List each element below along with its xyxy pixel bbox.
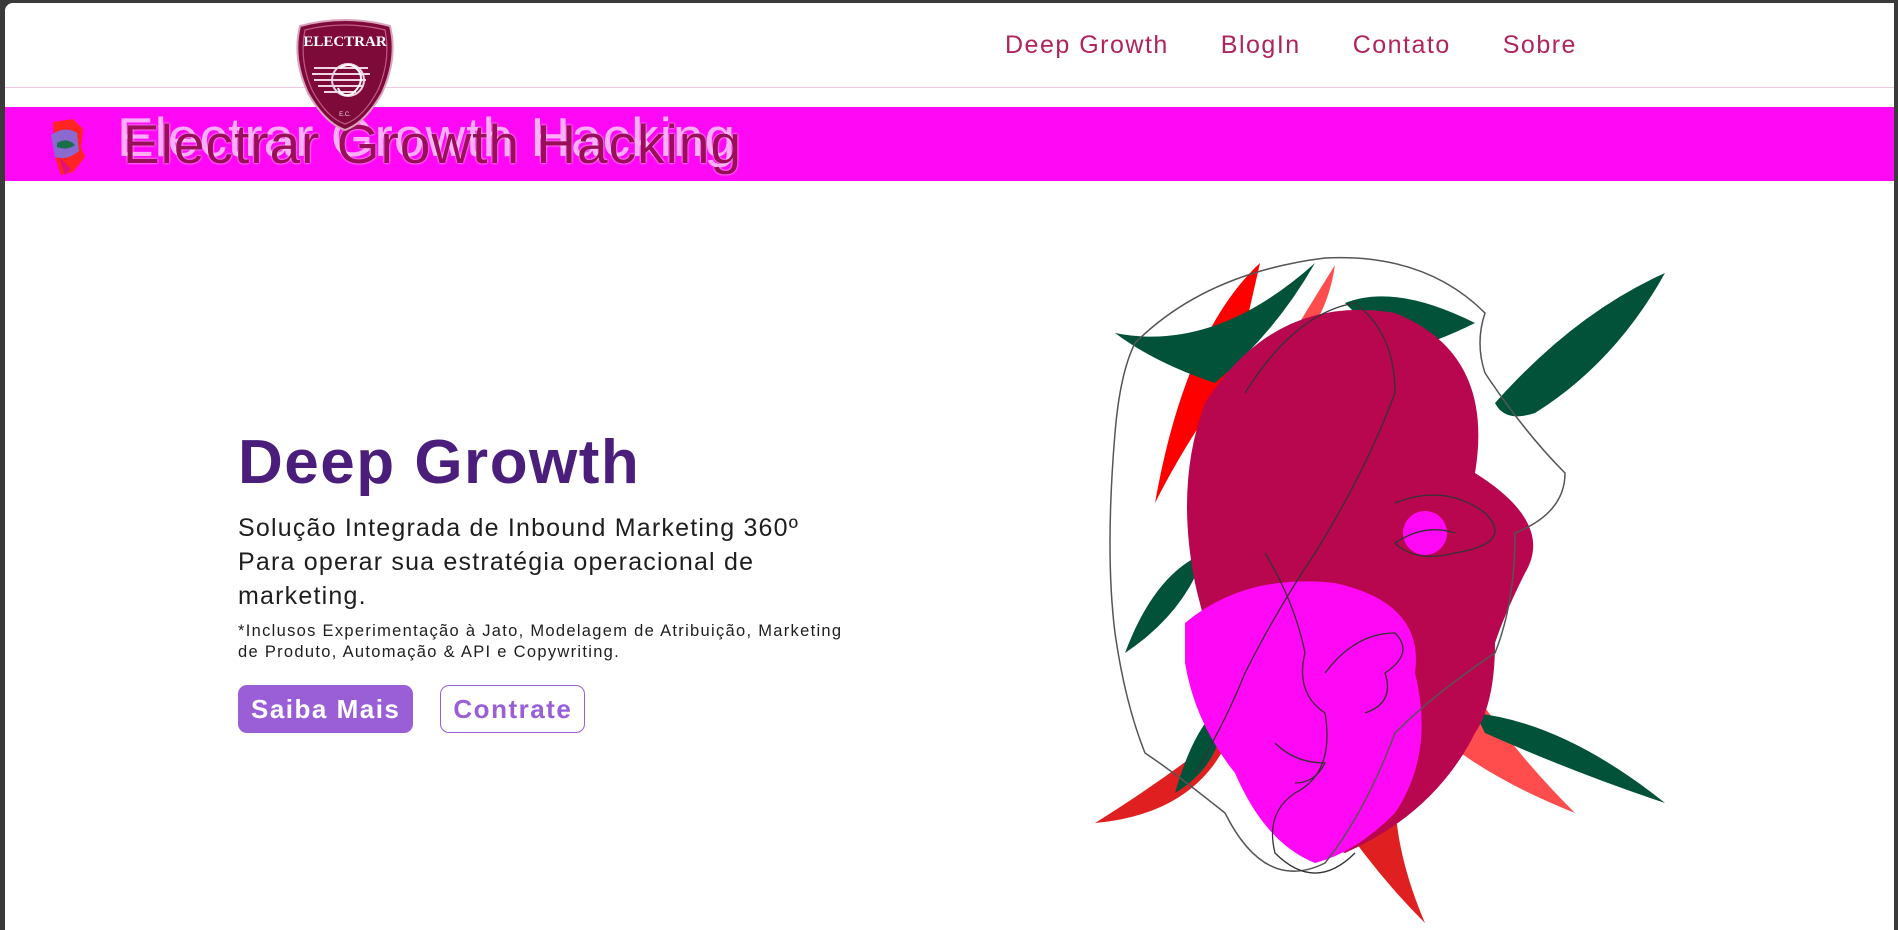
cta-buttons: Saiba Mais Contrate [238,685,858,733]
hero-content: Deep Growth Solução Integrada de Inbound… [238,423,858,733]
top-navigation: ELECTRAR E.C. Deep Growth BlogIn Contato… [5,3,1894,132]
nav-blogin[interactable]: BlogIn [1221,31,1301,60]
svg-text:E.C.: E.C. [339,112,351,118]
hero-note: *Inclusos Experimentação à Jato, Modelag… [238,622,843,661]
nav-deep-growth[interactable]: Deep Growth [1005,31,1169,60]
contrate-button[interactable]: Contrate [440,685,586,733]
logo-text: ELECTRAR [303,34,387,50]
abstract-face-icon [51,119,85,175]
abstract-face-illustration [1095,256,1665,923]
hero-title: Deep Growth [238,428,641,497]
saiba-mais-button[interactable]: Saiba Mais [238,685,414,733]
hero-subtitle: Solução Integrada de Inbound Marketing 3… [238,514,800,610]
nav-contato[interactable]: Contato [1353,31,1451,60]
browser-page: ELECTRAR E.C. Deep Growth BlogIn Contato… [5,3,1894,930]
brand-banner: Electrar Growth Hacking [5,107,1894,181]
nav-sobre[interactable]: Sobre [1503,31,1577,60]
logo-shield-icon[interactable]: ELECTRAR E.C. [290,18,400,133]
main-nav: Deep Growth BlogIn Contato Sobre [1005,31,1577,60]
banner-title: Electrar Growth Hacking [123,113,743,175]
